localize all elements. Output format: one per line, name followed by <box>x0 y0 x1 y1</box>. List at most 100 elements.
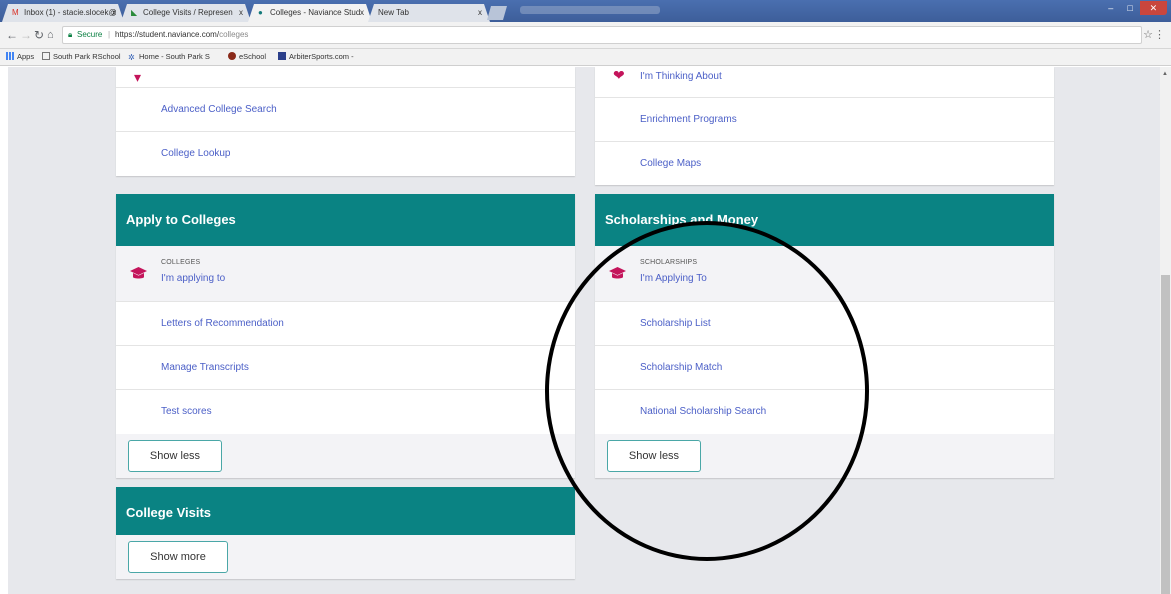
url-host: https://student.naviance.com/ <box>115 30 220 39</box>
apply-to-colleges-card: Apply to Colleges COLLEGES I'm applying … <box>116 194 575 478</box>
bookmark-label: Home - South Park S <box>139 52 210 61</box>
lock-icon: 🔒︎ <box>68 30 73 39</box>
bookmark-arbitersports[interactable]: ArbiterSports.com - <box>278 52 354 61</box>
reload-icon[interactable]: ↻ <box>34 28 44 42</box>
advanced-college-search-link[interactable]: Advanced College Search <box>116 88 575 132</box>
bookmark-south-park-rschool[interactable]: South Park RSchool <box>42 52 121 61</box>
minimize-icon[interactable]: – <box>1101 1 1120 15</box>
window-controls: – □ ✕ <box>1101 1 1167 15</box>
colleges-applying-to-item[interactable]: COLLEGES I'm applying to <box>116 246 575 302</box>
row-label: Enrichment Programs <box>640 114 737 125</box>
tab-colleges-naviance[interactable]: ● Colleges - Naviance Stud x <box>248 4 372 22</box>
arbiter-icon <box>278 52 286 60</box>
maximize-icon[interactable]: □ <box>1120 1 1139 15</box>
row-label: Scholarship List <box>640 318 711 329</box>
graduation-cap-icon <box>609 267 626 279</box>
college-lookup-link[interactable]: College Lookup <box>116 132 575 176</box>
tab-title: Colleges - Naviance Stud <box>270 8 361 17</box>
school-star-icon: ✲ <box>128 53 135 62</box>
card-title: Apply to Colleges <box>116 194 575 246</box>
graduation-cap-icon <box>130 267 147 279</box>
national-scholarship-search-link[interactable]: National Scholarship Search <box>595 390 1054 434</box>
scroll-up-arrow-icon[interactable]: ▲ <box>1162 71 1168 77</box>
gmail-icon: M <box>12 8 19 17</box>
row-label: Scholarship Match <box>640 362 723 373</box>
card-row-partial: ▾ <box>116 67 575 88</box>
security-label: Secure <box>77 30 103 39</box>
row-label: Advanced College Search <box>161 104 277 115</box>
url-text: https://student.naviance.com/colleges <box>115 27 248 43</box>
tab-title: College Visits / Represen <box>143 8 233 17</box>
card-title: Scholarships and Money <box>595 194 1054 246</box>
row-label: College Lookup <box>161 148 231 159</box>
scholarship-match-link[interactable]: Scholarship Match <box>595 346 1054 390</box>
college-visits-card: College Visits Show more <box>116 487 575 579</box>
scholarships-applying-to-item[interactable]: SCHOLARSHIPS I'm Applying To <box>595 246 1054 302</box>
thinking-about-link[interactable]: ❤ I'm Thinking About <box>595 67 1054 98</box>
forward-arrow-icon[interactable]: → <box>20 28 32 42</box>
new-tab-button[interactable] <box>487 6 507 20</box>
bookmark-eschool[interactable]: eSchool <box>228 52 266 61</box>
bookmarks-bar: Apps South Park RSchool ✲ Home - South Pa… <box>0 49 1171 66</box>
test-scores-link[interactable]: Test scores <box>116 390 575 434</box>
browser-toolbar: ← → ↻ ⌂ 🔒︎ Secure | https://student.navi… <box>0 22 1171 49</box>
naviance-icon: ◣ <box>131 8 138 17</box>
card-footer: Show more <box>116 535 575 579</box>
url-path: colleges <box>219 30 249 39</box>
tab-title: Inbox (1) - stacie.slocek@ <box>24 8 117 17</box>
tab-title: New Tab <box>378 8 409 17</box>
row-label: I'm Thinking About <box>640 71 722 82</box>
card-footer: Show less <box>595 434 1054 478</box>
feature-link[interactable]: I'm Applying To <box>640 273 707 284</box>
feature-link[interactable]: I'm applying to <box>161 273 225 284</box>
research-colleges-card: ❤ I'm Thinking About Enrichment Programs … <box>595 67 1054 185</box>
college-search-card: ▾ Advanced College Search College Lookup <box>116 67 575 176</box>
tab-college-visits[interactable]: ◣ College Visits / Represen x <box>121 4 251 22</box>
tab-gmail-inbox[interactable]: M Inbox (1) - stacie.slocek@ x <box>2 4 124 22</box>
show-less-button[interactable]: Show less <box>128 440 222 472</box>
heart-icon: ❤ <box>613 67 625 83</box>
row-label: National Scholarship Search <box>640 406 767 417</box>
eschool-icon <box>228 52 236 60</box>
bookmark-home-south-park[interactable]: ✲ Home - South Park S <box>128 52 210 62</box>
omnibox-separator: | <box>108 30 111 39</box>
page-viewport: ▾ Advanced College Search College Lookup… <box>0 67 1171 594</box>
close-icon[interactable]: x <box>478 4 482 22</box>
bookmark-apps[interactable]: Apps <box>6 52 34 61</box>
window-title-blurred <box>520 6 660 14</box>
tab-new-tab[interactable]: New Tab x <box>368 4 490 22</box>
card-title: College Visits <box>116 487 575 535</box>
scholarships-card: Scholarships and Money SCHOLARSHIPS I'm … <box>595 194 1054 478</box>
bookmark-label: South Park RSchool <box>53 52 121 61</box>
bookmark-label: ArbiterSports.com - <box>289 52 354 61</box>
feature-caption: COLLEGES <box>161 259 201 266</box>
menu-kebab-icon[interactable]: ⋮ <box>1154 28 1165 41</box>
card-footer: Show less <box>116 434 575 478</box>
naviance-globe-icon: ● <box>258 8 263 17</box>
window-close-icon[interactable]: ✕ <box>1139 1 1167 15</box>
letters-of-recommendation-link[interactable]: Letters of Recommendation <box>116 302 575 346</box>
address-bar[interactable]: 🔒︎ Secure | https://student.naviance.com… <box>62 26 1142 44</box>
browser-tab-strip: M Inbox (1) - stacie.slocek@ x ◣ College… <box>0 0 1171 22</box>
show-more-button[interactable]: Show more <box>128 541 228 573</box>
college-maps-link[interactable]: College Maps <box>595 142 1054 186</box>
enrichment-programs-link[interactable]: Enrichment Programs <box>595 98 1054 142</box>
back-arrow-icon[interactable]: ← <box>6 28 18 42</box>
row-label: Letters of Recommendation <box>161 318 284 329</box>
bookmark-label: Apps <box>17 52 35 61</box>
row-label: College Maps <box>640 158 702 169</box>
bookmark-label: eSchool <box>239 52 267 61</box>
home-icon[interactable]: ⌂ <box>47 28 54 42</box>
manage-transcripts-link[interactable]: Manage Transcripts <box>116 346 575 390</box>
apps-grid-icon <box>6 52 14 60</box>
show-less-button[interactable]: Show less <box>607 440 701 472</box>
close-icon[interactable]: x <box>112 4 116 22</box>
scholarship-list-link[interactable]: Scholarship List <box>595 302 1054 346</box>
close-icon[interactable]: x <box>239 4 243 22</box>
row-label: Manage Transcripts <box>161 362 249 373</box>
scrollbar-thumb[interactable] <box>1161 275 1170 594</box>
bookmark-star-icon[interactable]: ☆ <box>1143 28 1153 41</box>
row-label: Test scores <box>161 406 212 417</box>
close-icon[interactable]: x <box>360 4 364 22</box>
feature-caption: SCHOLARSHIPS <box>640 259 698 266</box>
